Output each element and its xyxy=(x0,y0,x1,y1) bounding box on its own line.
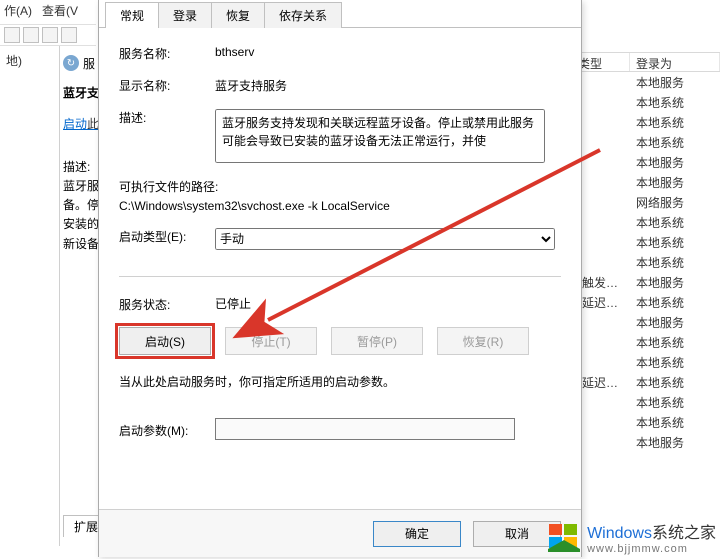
table-row[interactable]: 动本地系统 xyxy=(560,92,720,112)
startup-type-select[interactable]: 手动 xyxy=(215,228,555,250)
table-row[interactable]: 动本地系统 xyxy=(560,412,720,432)
table-row[interactable]: 动本地服务 xyxy=(560,152,720,172)
cell-logonas: 本地系统 xyxy=(630,134,720,151)
table-row[interactable]: 动本地系统 xyxy=(560,112,720,132)
dialog-tabstrip: 常规 登录 恢复 依存关系 xyxy=(99,0,581,28)
label-display-name: 显示名称: xyxy=(119,74,215,94)
ok-button[interactable]: 确定 xyxy=(373,521,461,547)
main-menubar: 作(A) 查看(V xyxy=(0,0,78,20)
label-service-status: 服务状态: xyxy=(119,293,215,313)
watermark-brand-b: 系统之家 xyxy=(652,525,716,542)
cell-logonas: 网络服务 xyxy=(630,194,720,211)
tab-general[interactable]: 常规 xyxy=(105,2,159,28)
stop-button: 停止(T) xyxy=(225,327,317,355)
table-row[interactable]: 动本地系统 xyxy=(560,232,720,252)
pause-button: 暂停(P) xyxy=(331,327,423,355)
watermark-brand-a: Windows xyxy=(587,525,652,542)
main-toolbar xyxy=(0,24,96,46)
value-service-status: 已停止 xyxy=(215,295,251,312)
cell-logonas: 本地系统 xyxy=(630,94,720,111)
table-row[interactable]: 动(延迟…本地系统 xyxy=(560,292,720,312)
table-row[interactable]: 动本地系统 xyxy=(560,132,720,152)
cell-logonas: 本地系统 xyxy=(630,214,720,231)
watermark: Windows系统之家 www.bjjmmw.com xyxy=(547,519,716,555)
cell-logonas: 本地服务 xyxy=(630,314,720,331)
table-row[interactable]: 动本地服务 xyxy=(560,432,720,452)
value-exe-path: C:\Windows\system32\svchost.exe -k Local… xyxy=(119,199,561,213)
tree-node[interactable]: 地) xyxy=(0,50,59,71)
table-row[interactable]: 动本地系统 xyxy=(560,252,720,272)
cell-logonas: 本地系统 xyxy=(630,234,720,251)
label-startup-type: 启动类型(E): xyxy=(119,225,215,245)
start-params-hint: 当从此处启动服务时，你可指定所适用的启动参数。 xyxy=(119,373,561,390)
table-row[interactable]: 动本地服务 xyxy=(560,312,720,332)
table-row[interactable]: 动本地系统 xyxy=(560,212,720,232)
panel-hdr-text: 服 xyxy=(83,55,95,72)
cell-logonas: 本地系统 xyxy=(630,254,720,271)
tree-pane: 地) xyxy=(0,46,60,546)
table-row[interactable]: 动(触发…本地服务 xyxy=(560,272,720,292)
cell-logonas: 本地服务 xyxy=(630,74,720,91)
col-logonas[interactable]: 登录为 xyxy=(630,53,720,71)
value-service-name: bthserv xyxy=(215,42,561,59)
cell-logonas: 本地系统 xyxy=(630,354,720,371)
watermark-url: www.bjjmmw.com xyxy=(587,543,716,555)
cell-logonas: 本地系统 xyxy=(630,294,720,311)
start-button[interactable]: 启动(S) xyxy=(119,327,211,355)
toolbar-icon[interactable] xyxy=(4,27,20,43)
cell-logonas: 本地系统 xyxy=(630,394,720,411)
cell-logonas: 本地服务 xyxy=(630,174,720,191)
menu-action[interactable]: 作(A) xyxy=(4,2,32,19)
table-row[interactable]: 动本地服务 xyxy=(560,172,720,192)
description-textarea[interactable]: 蓝牙服务支持发现和关联远程蓝牙设备。停止或禁用此服务可能会导致已安装的蓝牙设备无… xyxy=(215,109,545,163)
dialog-button-bar: 确定 取消 xyxy=(99,509,581,557)
label-description: 描述: xyxy=(119,106,215,126)
divider xyxy=(119,276,561,277)
panel-icon: ↻ xyxy=(63,55,79,71)
cell-logonas: 本地服务 xyxy=(630,154,720,171)
service-list[interactable]: 动类型 登录为 动本地服务动本地系统动本地系统动本地系统动本地服务动本地服务动网… xyxy=(560,52,720,522)
toolbar-icon[interactable] xyxy=(42,27,58,43)
toolbar-icon[interactable] xyxy=(61,27,77,43)
table-row[interactable]: 动本地服务 xyxy=(560,72,720,92)
service-control-buttons: 启动(S) 停止(T) 暂停(P) 恢复(R) xyxy=(119,327,561,355)
resume-button: 恢复(R) xyxy=(437,327,529,355)
tab-recovery[interactable]: 恢复 xyxy=(211,2,265,28)
cell-logonas: 本地系统 xyxy=(630,414,720,431)
cell-logonas: 本地服务 xyxy=(630,434,720,451)
label-exe-path: 可执行文件的路径: xyxy=(119,178,561,195)
cell-logonas: 本地系统 xyxy=(630,374,720,391)
start-params-input xyxy=(215,418,515,440)
service-properties-dialog: 常规 登录 恢复 依存关系 服务名称: bthserv 显示名称: 蓝牙支持服务… xyxy=(98,0,582,557)
toolbar-icon[interactable] xyxy=(23,27,39,43)
value-display-name: 蓝牙支持服务 xyxy=(215,74,561,94)
cell-logonas: 本地系统 xyxy=(630,334,720,351)
label-service-name: 服务名称: xyxy=(119,42,215,62)
label-start-params: 启动参数(M): xyxy=(119,419,215,439)
table-row[interactable]: 动本地系统 xyxy=(560,392,720,412)
table-row[interactable]: 动网络服务 xyxy=(560,192,720,212)
dialog-body: 服务名称: bthserv 显示名称: 蓝牙支持服务 描述: 蓝牙服务支持发现和… xyxy=(99,28,581,509)
tab-logon[interactable]: 登录 xyxy=(158,2,212,28)
table-row[interactable]: 动本地系统 xyxy=(560,332,720,352)
cell-logonas: 本地系统 xyxy=(630,114,720,131)
cell-logonas: 本地服务 xyxy=(630,274,720,291)
watermark-logo-icon xyxy=(547,522,581,552)
table-row[interactable]: 动(延迟…本地系统 xyxy=(560,372,720,392)
list-header: 动类型 登录为 xyxy=(560,52,720,72)
table-row[interactable]: 动本地系统 xyxy=(560,352,720,372)
tab-dependencies[interactable]: 依存关系 xyxy=(264,2,342,28)
menu-view[interactable]: 查看(V xyxy=(42,2,78,19)
